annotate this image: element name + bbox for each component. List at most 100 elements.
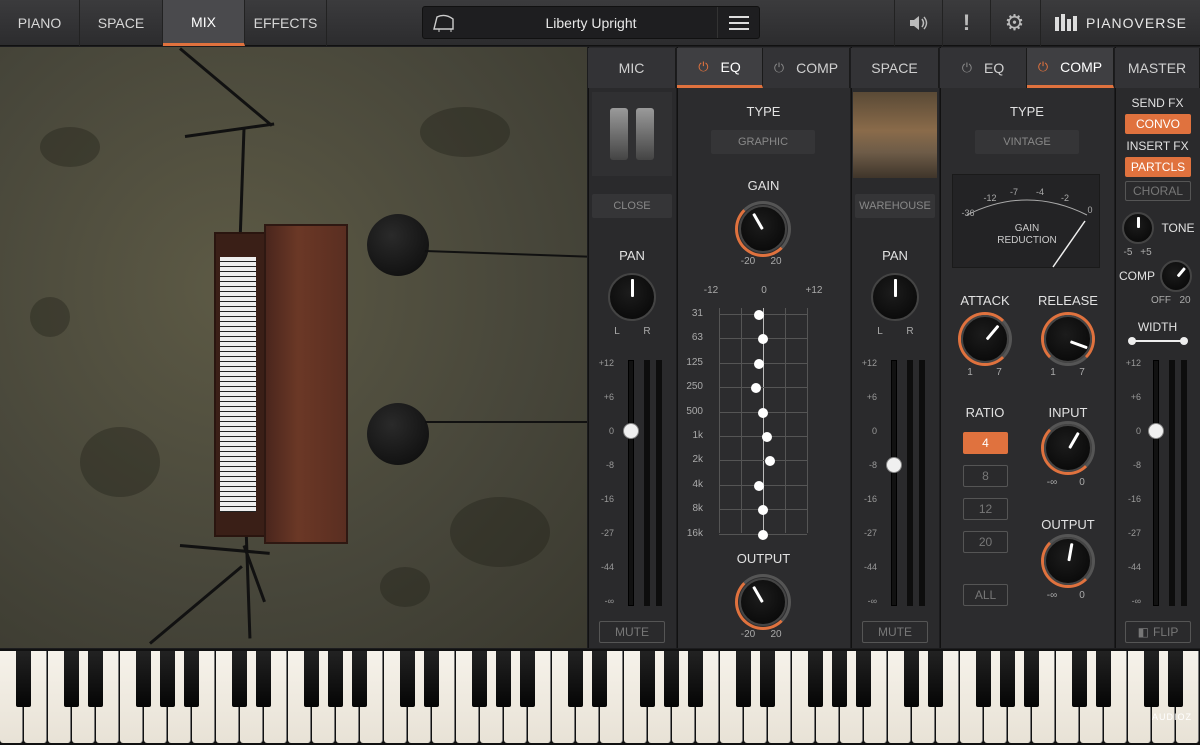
black-key[interactable] xyxy=(328,651,344,707)
black-key[interactable] xyxy=(496,651,512,707)
black-key[interactable] xyxy=(1168,651,1184,707)
tab-mix[interactable]: MIX xyxy=(163,0,245,46)
tab-comp[interactable]: ⏻ COMP xyxy=(763,48,850,88)
insert-fx-button-2[interactable]: CHORAL xyxy=(1125,181,1191,201)
comp-type-selector[interactable]: VINTAGE xyxy=(975,130,1079,154)
input-knob[interactable] xyxy=(1044,424,1092,472)
ratio-12-button[interactable]: 12 xyxy=(963,498,1008,520)
tab-master[interactable]: MASTER xyxy=(1115,48,1200,88)
black-key[interactable] xyxy=(688,651,704,707)
room-label[interactable]: WAREHOUSE xyxy=(855,194,935,218)
black-key[interactable] xyxy=(232,651,248,707)
black-key[interactable] xyxy=(976,651,992,707)
mic-image[interactable] xyxy=(592,92,672,176)
eq-band-handle[interactable] xyxy=(765,456,776,467)
mute-button[interactable]: MUTE xyxy=(862,621,928,643)
insert-fx-button-1[interactable]: PARTCLS xyxy=(1125,157,1191,177)
send-fx-button[interactable]: CONVO xyxy=(1125,114,1191,134)
black-key[interactable] xyxy=(1072,651,1088,707)
volume-fader-thumb[interactable] xyxy=(623,423,639,439)
black-key[interactable] xyxy=(592,651,608,707)
black-key[interactable] xyxy=(1024,651,1040,707)
width-slider[interactable] xyxy=(1128,336,1188,346)
tab-space[interactable]: SPACE xyxy=(80,0,163,46)
black-key[interactable] xyxy=(400,651,416,707)
tab-eq[interactable]: ⏻ EQ xyxy=(677,48,763,88)
flip-button[interactable]: ◧ FLIP xyxy=(1125,621,1191,643)
room-mic[interactable] xyxy=(367,403,429,465)
eq-band-handle[interactable] xyxy=(750,383,761,394)
speaker-icon[interactable] xyxy=(894,0,942,46)
tab-effects[interactable]: EFFECTS xyxy=(245,0,327,46)
pan-knob[interactable] xyxy=(871,273,919,321)
black-key[interactable] xyxy=(472,651,488,707)
alert-icon[interactable]: ! xyxy=(942,0,990,46)
black-key[interactable] xyxy=(520,651,536,707)
black-key[interactable] xyxy=(736,651,752,707)
tab-space-comp[interactable]: ⏻ COMP xyxy=(1027,48,1114,88)
room-mic[interactable] xyxy=(367,214,429,276)
eq-band-handle[interactable] xyxy=(758,334,768,345)
release-knob[interactable] xyxy=(1044,315,1092,363)
black-key[interactable] xyxy=(832,651,848,707)
black-key[interactable] xyxy=(16,651,32,707)
piano-keyboard[interactable] xyxy=(0,649,1200,745)
black-key[interactable] xyxy=(160,651,176,707)
volume-fader-track[interactable] xyxy=(891,360,897,606)
attack-knob[interactable] xyxy=(961,315,1009,363)
volume-fader-thumb[interactable] xyxy=(886,457,902,473)
ratio-20-button[interactable]: 20 xyxy=(963,531,1008,553)
black-key[interactable] xyxy=(568,651,584,707)
power-icon[interactable]: ⏻ xyxy=(1038,59,1048,75)
black-key[interactable] xyxy=(1096,651,1112,707)
black-key[interactable] xyxy=(184,651,200,707)
black-key[interactable] xyxy=(664,651,680,707)
black-key[interactable] xyxy=(352,651,368,707)
room-image[interactable] xyxy=(853,92,937,178)
black-key[interactable] xyxy=(64,651,80,707)
volume-fader-track[interactable] xyxy=(628,360,634,606)
tab-space-mix[interactable]: SPACE xyxy=(851,48,939,88)
mic-position-label[interactable]: CLOSE xyxy=(592,194,672,218)
black-key[interactable] xyxy=(424,651,440,707)
power-icon[interactable]: ⏻ xyxy=(698,59,708,75)
menu-icon[interactable] xyxy=(717,7,759,38)
master-fader-thumb[interactable] xyxy=(1148,423,1164,439)
ratio-4-button[interactable]: 4 xyxy=(963,432,1008,454)
tab-space-eq[interactable]: ⏻ EQ xyxy=(940,48,1027,88)
black-key[interactable] xyxy=(808,651,824,707)
gain-knob[interactable] xyxy=(739,205,787,253)
black-key[interactable] xyxy=(904,651,920,707)
black-key[interactable] xyxy=(1000,651,1016,707)
black-key[interactable] xyxy=(136,651,152,707)
tab-mic[interactable]: MIC xyxy=(588,48,676,88)
piano-body[interactable] xyxy=(264,224,348,544)
black-key[interactable] xyxy=(304,651,320,707)
graphic-eq[interactable]: 31 63 125 250 500 1k 2k 4k 8k 16k xyxy=(677,298,850,540)
black-key[interactable] xyxy=(88,651,104,707)
eq-band-handle[interactable] xyxy=(758,505,768,516)
ratio-all-button[interactable]: ALL xyxy=(963,584,1008,606)
eq-band-handle[interactable] xyxy=(758,529,768,540)
comp-master-knob[interactable] xyxy=(1160,260,1192,292)
black-key[interactable] xyxy=(928,651,944,707)
gear-icon[interactable]: ⚙ xyxy=(990,0,1038,46)
pan-knob[interactable] xyxy=(608,273,656,321)
ratio-8-button[interactable]: 8 xyxy=(963,465,1008,487)
black-key[interactable] xyxy=(760,651,776,707)
preset-selector[interactable]: Liberty Upright xyxy=(422,6,760,39)
stage-view[interactable] xyxy=(0,47,587,648)
tab-piano[interactable]: PIANO xyxy=(0,0,80,46)
tone-knob[interactable] xyxy=(1122,212,1154,244)
mute-button[interactable]: MUTE xyxy=(599,621,665,643)
comp-output-knob[interactable] xyxy=(1044,537,1092,585)
black-key[interactable] xyxy=(256,651,272,707)
black-key[interactable] xyxy=(1144,651,1160,707)
black-key[interactable] xyxy=(640,651,656,707)
black-key[interactable] xyxy=(856,651,872,707)
power-icon[interactable]: ⏻ xyxy=(774,60,784,76)
eq-band-handle[interactable] xyxy=(761,432,772,442)
eq-type-selector[interactable]: GRAPHIC xyxy=(711,130,815,154)
power-icon[interactable]: ⏻ xyxy=(962,60,972,76)
output-knob[interactable] xyxy=(739,578,787,626)
